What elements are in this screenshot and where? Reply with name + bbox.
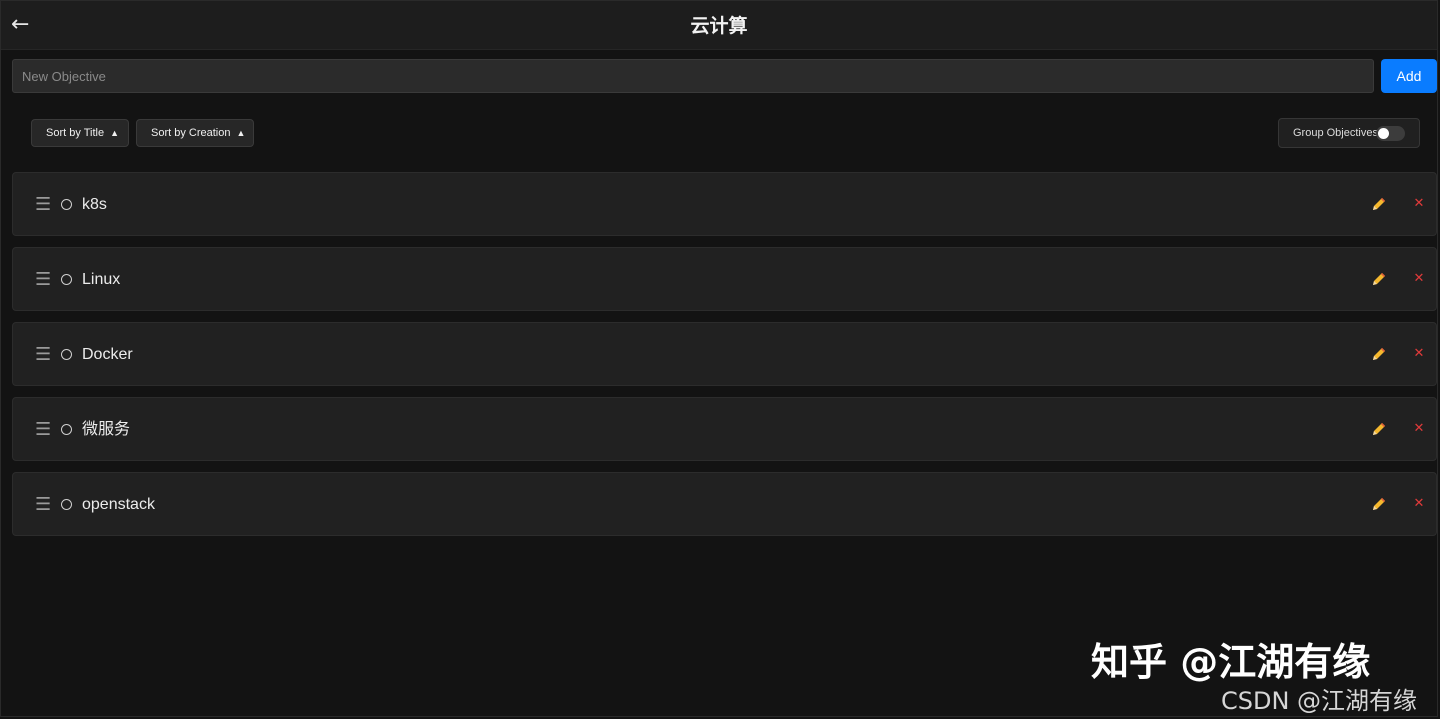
sort-by-creation-button[interactable]: Sort by Creation ▲ — [136, 119, 254, 147]
sort-by-title-button[interactable]: Sort by Title ▲ — [31, 119, 129, 147]
completion-circle-icon[interactable] — [61, 499, 72, 510]
objective-list: ☰ k8s ✕ ☰ Linux ✕ ☰ Docker ✕ ☰ 微服务 ✕ ☰ o… — [12, 172, 1437, 547]
delete-icon[interactable]: ✕ — [1412, 345, 1426, 363]
sort-by-creation-label: Sort by Creation — [151, 127, 231, 139]
toggle-switch[interactable] — [1376, 126, 1405, 141]
edit-pencil-icon[interactable] — [1370, 195, 1388, 213]
delete-icon[interactable]: ✕ — [1412, 195, 1426, 213]
edit-pencil-icon[interactable] — [1370, 420, 1388, 438]
toggle-knob — [1378, 128, 1389, 139]
completion-circle-icon[interactable] — [61, 199, 72, 210]
page-title: 云计算 — [690, 15, 748, 37]
edit-pencil-icon[interactable] — [1370, 270, 1388, 288]
edit-pencil-icon[interactable] — [1370, 495, 1388, 513]
objective-item[interactable]: ☰ openstack ✕ — [12, 472, 1437, 536]
new-objective-input[interactable] — [12, 59, 1374, 93]
sort-by-title-label: Sort by Title — [46, 127, 105, 139]
objective-item[interactable]: ☰ 微服务 ✕ — [12, 397, 1437, 461]
objective-item[interactable]: ☰ Linux ✕ — [12, 247, 1437, 311]
drag-handle-icon[interactable]: ☰ — [35, 268, 51, 292]
add-button[interactable]: Add — [1381, 59, 1437, 93]
sort-ascending-icon: ▲ — [236, 128, 246, 138]
objective-title: Linux — [82, 271, 121, 288]
objective-title: k8s — [82, 196, 107, 213]
delete-icon[interactable]: ✕ — [1412, 420, 1426, 438]
watermark-zhihu: 知乎 @江湖有缘 — [1091, 640, 1371, 684]
objective-title: 微服务 — [82, 421, 131, 438]
completion-circle-icon[interactable] — [61, 424, 72, 435]
drag-handle-icon[interactable]: ☰ — [35, 193, 51, 217]
drag-handle-icon[interactable]: ☰ — [35, 343, 51, 367]
watermark-csdn: CSDN @江湖有缘 — [1221, 687, 1418, 715]
objective-title: Docker — [82, 346, 133, 363]
completion-circle-icon[interactable] — [61, 274, 72, 285]
drag-handle-icon[interactable]: ☰ — [35, 493, 51, 517]
objective-item[interactable]: ☰ Docker ✕ — [12, 322, 1437, 386]
group-objectives-label: Group Objectives — [1293, 127, 1378, 139]
drag-handle-icon[interactable]: ☰ — [35, 418, 51, 442]
group-objectives-toggle[interactable]: Group Objectives — [1278, 118, 1420, 148]
objective-title: openstack — [82, 496, 155, 513]
delete-icon[interactable]: ✕ — [1412, 495, 1426, 513]
objective-item[interactable]: ☰ k8s ✕ — [12, 172, 1437, 236]
header-bar: ← 云计算 — [1, 1, 1437, 50]
edit-pencil-icon[interactable] — [1370, 345, 1388, 363]
completion-circle-icon[interactable] — [61, 349, 72, 360]
sort-ascending-icon: ▲ — [110, 128, 119, 138]
delete-icon[interactable]: ✕ — [1412, 270, 1426, 288]
app-window: ← 云计算 Add Sort by Title ▲ Sort by Creatio… — [0, 0, 1438, 717]
